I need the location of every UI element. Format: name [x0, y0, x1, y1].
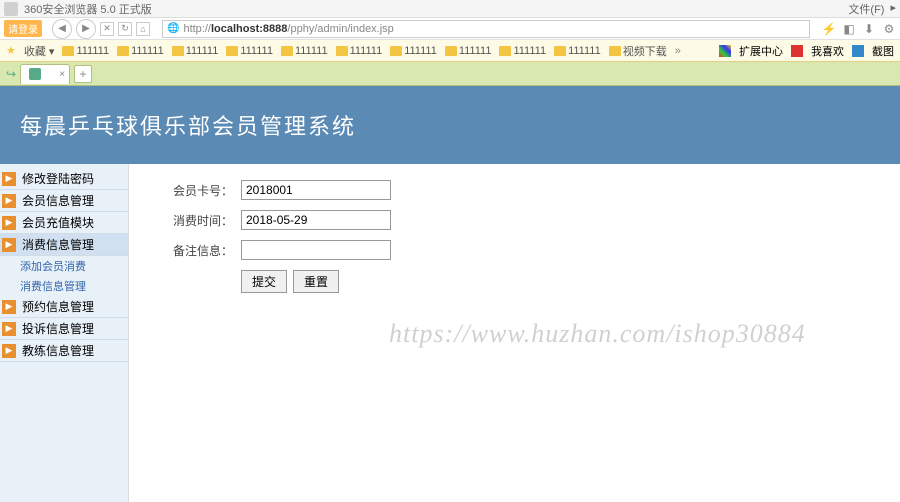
- folder-icon: [554, 46, 566, 56]
- skin-icon[interactable]: ◧: [842, 22, 856, 36]
- url-text: http://localhost:8888/pphy/admin/index.j…: [183, 23, 393, 35]
- sidebar-item-booking[interactable]: ▶预约信息管理: [0, 296, 128, 318]
- bookmark-folder[interactable]: 111111: [281, 45, 328, 57]
- button-row: 提交 重置: [241, 270, 876, 293]
- sidebar-item-coach[interactable]: ▶教练信息管理: [0, 340, 128, 362]
- new-tab-button[interactable]: +: [74, 65, 92, 83]
- time-label: 消费时间：: [153, 212, 233, 229]
- screenshot-label[interactable]: 截图: [872, 43, 894, 59]
- login-badge[interactable]: 请登录: [4, 20, 42, 37]
- folder-icon: [499, 46, 511, 56]
- sidebar-sub-consume-manage[interactable]: 消费信息管理: [0, 276, 128, 296]
- form-row-time: 消费时间：: [153, 210, 876, 230]
- sidebar-item-recharge[interactable]: ▶会员充值模块: [0, 212, 128, 234]
- bookmark-folder[interactable]: 111111: [445, 45, 492, 57]
- tab-icon: [29, 68, 41, 80]
- form-row-card: 会员卡号：: [153, 180, 876, 200]
- bookmark-folder[interactable]: 111111: [390, 45, 437, 57]
- sidebar-sub-add-consume[interactable]: 添加会员消费: [0, 256, 128, 276]
- folder-icon: [226, 46, 238, 56]
- card-input[interactable]: [241, 180, 391, 200]
- globe-icon: 🌐: [167, 23, 179, 34]
- bookmark-folder[interactable]: 111111: [117, 45, 164, 57]
- sidebar-item-complaint[interactable]: ▶投诉信息管理: [0, 318, 128, 340]
- arrow-icon: ▶: [2, 322, 16, 336]
- toolbar-icons: ⚡ ◧ ⬇ ⚙: [822, 22, 896, 36]
- submit-button[interactable]: 提交: [241, 270, 287, 293]
- wo-xihuan[interactable]: 我喜欢: [811, 43, 844, 59]
- note-input[interactable]: [241, 240, 391, 260]
- nav-buttons: ◀ ▶ ✕ ↻ ⌂: [52, 19, 150, 39]
- sidebar-item-consume[interactable]: ▶消费信息管理: [0, 234, 128, 256]
- bookmark-folder[interactable]: 111111: [62, 45, 109, 57]
- flow-icon[interactable]: ↪: [6, 67, 16, 81]
- folder-icon: [281, 46, 293, 56]
- heart-icon: [791, 45, 803, 57]
- screenshot-icon: [852, 45, 864, 57]
- star-icon[interactable]: ★: [6, 44, 16, 57]
- card-label: 会员卡号：: [153, 182, 233, 199]
- home-button[interactable]: ⌂: [136, 22, 150, 36]
- sidebar-item-password[interactable]: ▶修改登陆密码: [0, 168, 128, 190]
- avatar-icon: [4, 2, 18, 16]
- address-bar-row: 请登录 ◀ ▶ ✕ ↻ ⌂ 🌐 http://localhost:8888/pp…: [0, 18, 900, 40]
- time-input[interactable]: [241, 210, 391, 230]
- tab-bar: ↪ × +: [0, 62, 900, 86]
- folder-icon: [62, 46, 74, 56]
- note-label: 备注信息：: [153, 242, 233, 259]
- url-bar[interactable]: 🌐 http://localhost:8888/pphy/admin/index…: [162, 20, 810, 38]
- active-tab[interactable]: ×: [20, 64, 70, 84]
- app-banner: 每晨乒乓球俱乐部会员管理系统: [0, 86, 900, 164]
- bookmark-folder[interactable]: 111111: [336, 45, 383, 57]
- arrow-icon: ▶: [2, 216, 16, 230]
- folder-icon: [609, 46, 621, 56]
- sidebar-item-member-info[interactable]: ▶会员信息管理: [0, 190, 128, 212]
- app-body: ▶修改登陆密码 ▶会员信息管理 ▶会员充值模块 ▶消费信息管理 添加会员消费 消…: [0, 164, 900, 502]
- sidebar: ▶修改登陆密码 ▶会员信息管理 ▶会员充值模块 ▶消费信息管理 添加会员消费 消…: [0, 164, 128, 502]
- menu-file[interactable]: 文件(F): [848, 1, 884, 17]
- close-icon[interactable]: ×: [59, 69, 65, 80]
- bookmark-folder[interactable]: 视频下载: [609, 43, 667, 59]
- chevron-right-icon[interactable]: »: [675, 45, 681, 57]
- bookmark-folder[interactable]: 111111: [226, 45, 273, 57]
- folder-icon: [336, 46, 348, 56]
- stop-button[interactable]: ✕: [100, 22, 114, 36]
- browser-title-bar: 360安全浏览器 5.0 正式版 文件(F) ▸: [0, 0, 900, 18]
- folder-icon: [172, 46, 184, 56]
- folder-icon: [117, 46, 129, 56]
- bookmark-folder[interactable]: 111111: [554, 45, 601, 57]
- reset-button[interactable]: 重置: [293, 270, 339, 293]
- bookmark-folder[interactable]: 111111: [172, 45, 219, 57]
- settings-icon[interactable]: ⚙: [882, 22, 896, 36]
- browser-title: 360安全浏览器 5.0 正式版: [24, 1, 848, 17]
- download-icon[interactable]: ⬇: [862, 22, 876, 36]
- reload-button[interactable]: ↻: [118, 22, 132, 36]
- folder-icon: [445, 46, 457, 56]
- flash-icon[interactable]: ⚡: [822, 22, 836, 36]
- forward-button[interactable]: ▶: [76, 19, 96, 39]
- bookmark-bar: ★ 收藏 ▾ 111111 111111 111111 111111 11111…: [0, 40, 900, 62]
- ext-center[interactable]: 扩展中心: [739, 43, 783, 59]
- bookmark-folder[interactable]: 111111: [499, 45, 546, 57]
- arrow-icon: ▶: [2, 194, 16, 208]
- arrow-icon: ▶: [2, 172, 16, 186]
- arrow-icon: ▶: [2, 344, 16, 358]
- app-title: 每晨乒乓球俱乐部会员管理系统: [20, 109, 356, 141]
- main-content: 会员卡号： 消费时间： 备注信息： 提交 重置 https://www.huzh…: [128, 164, 900, 502]
- arrow-icon: ▶: [2, 300, 16, 314]
- form-row-note: 备注信息：: [153, 240, 876, 260]
- arrow-icon: ▶: [2, 238, 16, 252]
- favorites-label[interactable]: 收藏 ▾: [24, 43, 55, 59]
- menu-more-icon[interactable]: ▸: [890, 1, 896, 17]
- ext-center-icon: [719, 45, 731, 57]
- back-button[interactable]: ◀: [52, 19, 72, 39]
- bookmark-right-tools: 扩展中心 我喜欢 截图: [719, 43, 894, 59]
- folder-icon: [390, 46, 402, 56]
- watermark-text: https://www.huzhan.com/ishop30884: [389, 319, 806, 349]
